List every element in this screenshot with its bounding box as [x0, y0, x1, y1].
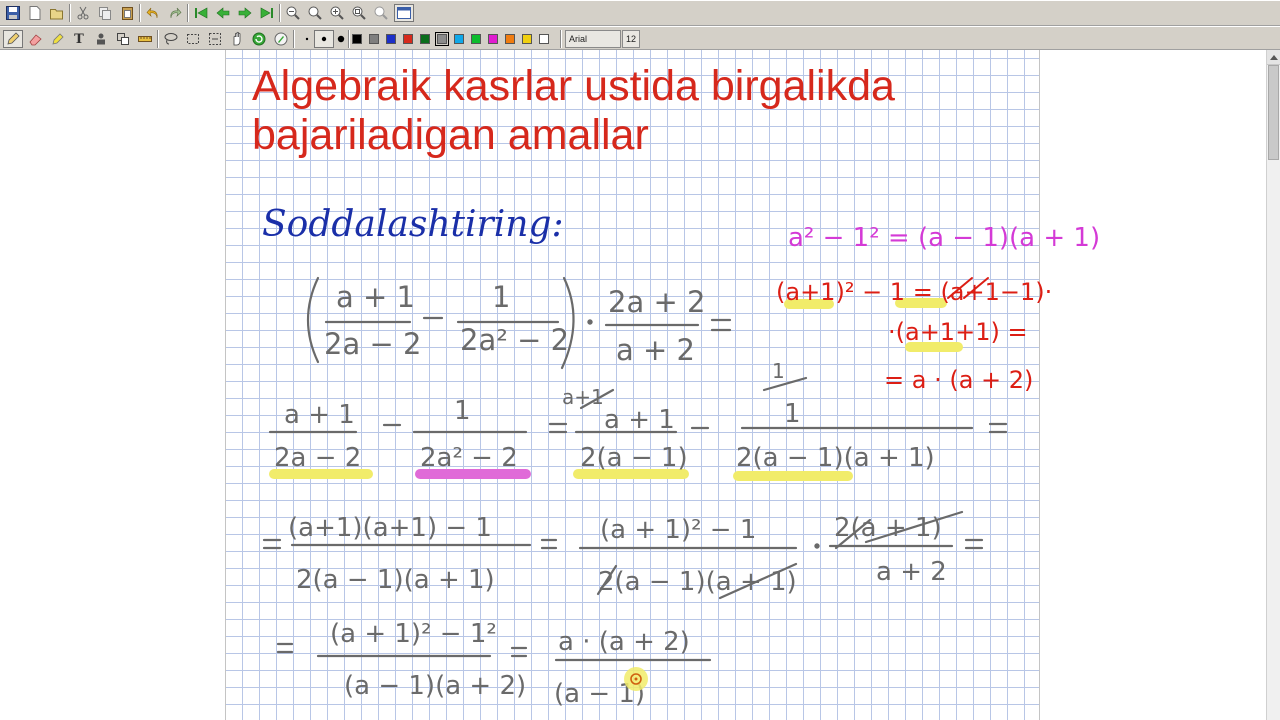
ruler-icon[interactable] [135, 30, 155, 48]
pen-settings-icon[interactable] [271, 30, 291, 48]
toolbar-separator [139, 4, 141, 22]
svg-text:a + 2: a + 2 [876, 557, 947, 587]
svg-text:1: 1 [454, 396, 471, 426]
svg-text:2(a − 1)(a + 1): 2(a − 1)(a + 1) [736, 443, 935, 473]
next-page-icon[interactable] [235, 4, 255, 22]
scroll-up-arrow-icon[interactable] [1267, 50, 1280, 65]
toolbar-separator [187, 4, 189, 22]
color-swatch[interactable] [539, 34, 549, 44]
zoom-fit-icon[interactable] [349, 4, 369, 22]
zoom-plus-icon[interactable] [327, 4, 347, 22]
svg-text:(a + 1)² − 1: (a + 1)² − 1 [600, 515, 756, 545]
open-icon[interactable] [47, 4, 67, 22]
svg-text:2a − 2: 2a − 2 [274, 443, 361, 473]
color-swatch[interactable] [522, 34, 532, 44]
svg-text:2(a − 1): 2(a − 1) [580, 443, 688, 473]
last-page-icon[interactable] [257, 4, 277, 22]
eraser-icon[interactable] [25, 30, 45, 48]
svg-text:a + 1: a + 1 [604, 405, 675, 435]
toolbar-separator [348, 30, 350, 48]
svg-text:1: 1 [784, 399, 801, 429]
font-name-field[interactable]: Arial Normal [565, 30, 621, 60]
svg-text:2a² − 2: 2a² − 2 [460, 323, 569, 357]
zoom-out-icon[interactable] [283, 4, 303, 22]
new-page-icon[interactable] [25, 4, 45, 22]
stamp-icon[interactable] [91, 30, 111, 48]
color-swatch[interactable] [420, 34, 430, 44]
toolbar-separator [293, 30, 295, 48]
toolbar-separator [279, 4, 281, 22]
toolbar-separator [560, 30, 562, 48]
svg-text:2a + 2: 2a + 2 [608, 285, 705, 319]
highlighter-icon[interactable] [47, 30, 67, 48]
font-size-field[interactable]: 12 [622, 30, 640, 48]
problem-terms: a + 1 2a − 2 1 2a² − 2 2a + 2 a + 2 [324, 280, 705, 367]
toolbar-separator [157, 30, 159, 48]
svg-text:a + 1: a + 1 [336, 280, 415, 314]
svg-text:2a − 2: 2a − 2 [324, 327, 421, 361]
fullscreen-icon[interactable] [394, 4, 414, 22]
svg-text:= a · (a + 2): = a · (a + 2) [884, 366, 1033, 394]
select-all-icon[interactable] [205, 30, 225, 48]
svg-text:a+1: a+1 [562, 385, 604, 409]
first-page-icon[interactable] [191, 4, 211, 22]
svg-text:a + 1: a + 1 [284, 400, 355, 430]
lasso-icon[interactable] [161, 30, 181, 48]
svg-text:·(a+1+1) =: ·(a+1+1) = [888, 318, 1028, 346]
color-swatch[interactable] [435, 32, 449, 46]
svg-text:a · (a + 2): a · (a + 2) [558, 627, 690, 657]
row2-terms: a + 1 2a − 2 1 2a² − 2 a+1 a + 1 2(a − 1… [274, 359, 935, 473]
previous-page-icon[interactable] [213, 4, 233, 22]
color-swatch[interactable] [352, 34, 362, 44]
svg-text:2(a − 1)(a + 1): 2(a − 1)(a + 1) [598, 567, 797, 597]
color-swatch[interactable] [386, 34, 396, 44]
zoom-in-icon[interactable] [305, 4, 325, 22]
note-difference-of-squares: a² − 1² = (a − 1)(a + 1) [788, 223, 1100, 253]
save-icon[interactable] [3, 4, 23, 22]
red-notes: (a+1)² − 1 = (a+1−1)· ·(a+1+1) = = a · (… [776, 278, 1052, 394]
main-toolbar [0, 0, 1280, 26]
cursor-dot [634, 677, 638, 681]
undo-icon[interactable] [143, 4, 163, 22]
copy-icon[interactable] [95, 4, 115, 22]
tools-toolbar: T Arial Normal 12 [0, 26, 1280, 60]
toolbar-separator [69, 4, 71, 22]
zoom-page-icon[interactable] [371, 4, 391, 22]
svg-text:1: 1 [492, 280, 510, 314]
paste-icon[interactable] [117, 4, 137, 22]
redo-icon[interactable] [165, 4, 185, 22]
hand-icon[interactable] [227, 30, 247, 48]
svg-text:(a+1)² − 1 = (a+1−1)·: (a+1)² − 1 = (a+1−1)· [776, 278, 1052, 306]
svg-text:2(a + 1): 2(a + 1) [834, 513, 942, 543]
row4-terms: (a + 1)² − 1² (a − 1)(a + 2) a · (a + 2)… [330, 619, 690, 709]
svg-text:(a − 1)(a + 2): (a − 1)(a + 2) [344, 671, 526, 701]
color-swatch[interactable] [488, 34, 498, 44]
color-swatch[interactable] [471, 34, 481, 44]
svg-text:(a+1)(a+1) − 1: (a+1)(a+1) − 1 [288, 513, 492, 543]
row3-terms: (a+1)(a+1) − 1 2(a − 1)(a + 1) (a + 1)² … [288, 513, 947, 597]
color-swatch[interactable] [454, 34, 464, 44]
vertical-scrollbar[interactable] [1266, 50, 1280, 720]
svg-text:1: 1 [772, 359, 785, 383]
handwriting-layer: Soddalashtiring: a + 1 2a − 2 1 2a² − 2 … [262, 204, 1100, 709]
svg-text:(a + 1)² − 1²: (a + 1)² − 1² [330, 619, 497, 649]
svg-text:2a² − 2: 2a² − 2 [420, 443, 518, 473]
pen-icon[interactable] [3, 30, 23, 48]
scrollbar-thumb[interactable] [1268, 65, 1279, 160]
svg-text:a + 2: a + 2 [616, 333, 695, 367]
task-label: Soddalashtiring: [262, 204, 564, 245]
color-swatch[interactable] [505, 34, 515, 44]
shapes-icon[interactable] [113, 30, 133, 48]
refresh-icon[interactable] [249, 30, 269, 48]
color-swatch[interactable] [369, 34, 379, 44]
color-swatch[interactable] [403, 34, 413, 44]
cut-icon[interactable] [73, 4, 93, 22]
select-area-icon[interactable] [183, 30, 203, 48]
text-tool-icon[interactable]: T [69, 30, 89, 48]
svg-text:2(a − 1)(a + 1): 2(a − 1)(a + 1) [296, 565, 495, 595]
